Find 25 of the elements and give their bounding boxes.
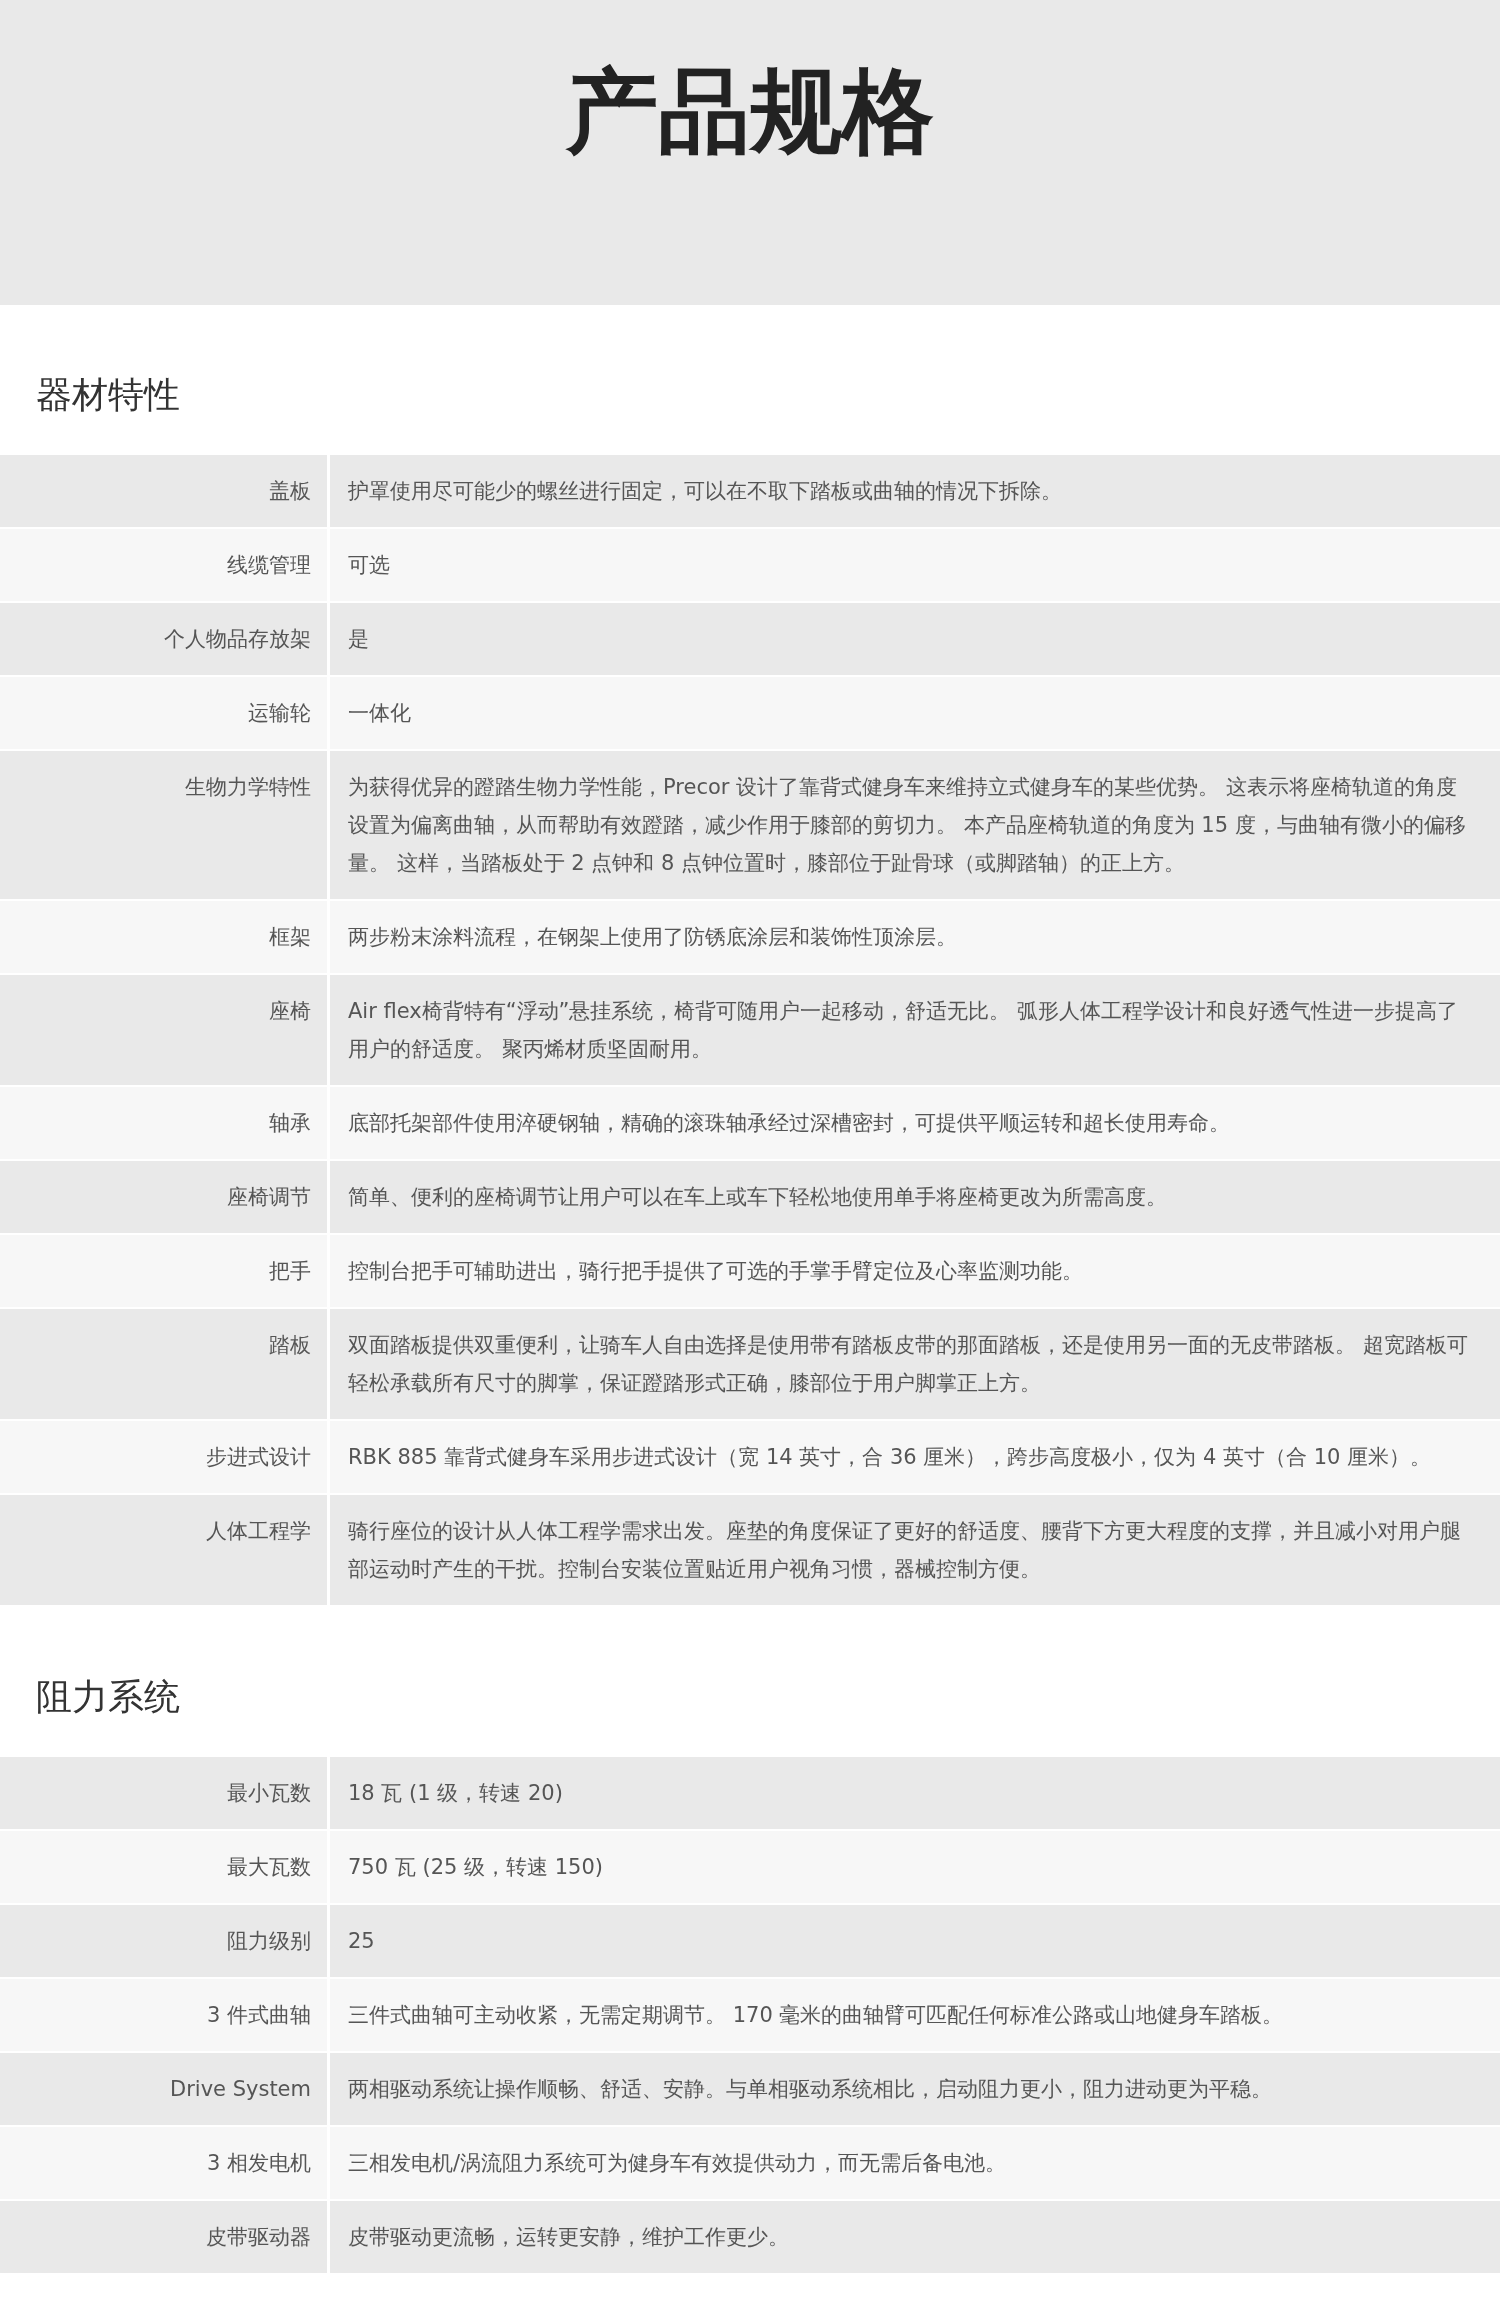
table-cell-text: 三相发电机/涡流阻力系统可为健身车有效提供动力，而无需后备电池。 — [347, 2150, 1008, 2177]
table-cell-text: 底部托架部件使用淬硬钢轴，精确的滚珠轴承经过深槽密封，可提供平顺运转和超长使用寿命。 — [347, 1110, 1231, 1137]
table-cell-text: 可选 — [347, 552, 391, 579]
table-cell-text: 750 瓦 (25 级，转速 150) — [347, 1854, 604, 1881]
table-cell-text: 25 — [347, 1928, 376, 1955]
table-cell: 皮带驱动器 — [0, 2201, 330, 2273]
section-heading: 阻力系统 — [35, 1675, 181, 1719]
table-cell-text: 骑行座位的设计从人体工程学需求出发。座垫的角度保证了更好的舒适度、腰背下方更大程度的支撑，并且减小对用户腿部运动时产生的干扰。控制台安装位置贴近用户视角习惯，器械控制方便。 — [347, 1518, 1462, 1583]
table-cell-text: 一体化 — [347, 700, 412, 727]
table-cell-text: 为获得优异的蹬踏生物力学性能，Precor 设计了靠背式健身车来维持立式健身车的某些优势。 这表示将座椅轨道的角度设置为偏离曲轴，从而帮助有效蹬踏，减少作用于膝部的剪切力。 本产品座椅轨道的角度为 15 度，与曲轴有微小的偏移量。 这样，当踏板处于 2 点钟和 8 点钟位置时，膝部位于趾骨球（或脚踏轴）的正上方。 — [347, 774, 1467, 877]
table-cell-text: 护罩使用尽可能少的螺丝进行固定，可以在不取下踏板或曲轴的情况下拆除。 — [347, 478, 1063, 505]
table-cell-text: 两相驱动系统让操作顺畅、舒适、安静。与单相驱动系统相比，启动阻力更小，阻力进动更为平稳。 — [347, 2076, 1273, 2103]
table-cell-text: 简单、便利的座椅调节让用户可以在车上或车下轻松地使用单手将座椅更改为所需高度。 — [347, 1184, 1168, 1211]
table-cell-text: 三件式曲轴可主动收紧，无需定期调节。 170 毫米的曲轴臂可匹配任何标准公路或山地健身车踏板。 — [347, 2002, 1285, 2029]
page-title: 产品规格 — [566, 57, 934, 167]
table-cell-text: 两步粉末涂料流程，在钢架上使用了防锈底涂层和装饰性顶涂层。 — [347, 924, 958, 951]
section-heading: 器材特性 — [35, 373, 181, 417]
table-cell-text: Air flex椅背特有“浮动”悬挂系统，椅背可随用户一起移动，舒适无比。 弧形人体工程学设计和良好透气性进一步提高了用户的舒适度。 聚丙烯材质坚固耐用。 — [347, 998, 1460, 1063]
table-cell-text: RBK 885 靠背式健身车采用步进式设计（宽 14 英寸，合 36 厘米），跨步高度极小，仅为 4 英寸（合 10 厘米）。 — [347, 1444, 1433, 1471]
table-cell-text: 控制台把手可辅助进出，骑行把手提供了可选的手掌手臂定位及心率监测功能。 — [347, 1258, 1084, 1285]
table-cell-text: 皮带驱动更流畅，运转更安静，维护工作更少。 — [347, 2224, 790, 2251]
table-cell-text: 是 — [347, 626, 370, 653]
table-cell-text: 18 瓦 (1 级，转速 20) — [347, 1780, 564, 1807]
table-cell: 人体工程学 — [0, 1495, 330, 1605]
table-cell-text: 双面踏板提供双重便利，让骑车人自由选择是使用带有踏板皮带的那面踏板，还是使用另一面的无皮带踏板。 超宽踏板可轻松承载所有尺寸的脚掌，保证蹬踏形式正确，膝部位于用户脚掌正上方。 — [347, 1332, 1469, 1397]
